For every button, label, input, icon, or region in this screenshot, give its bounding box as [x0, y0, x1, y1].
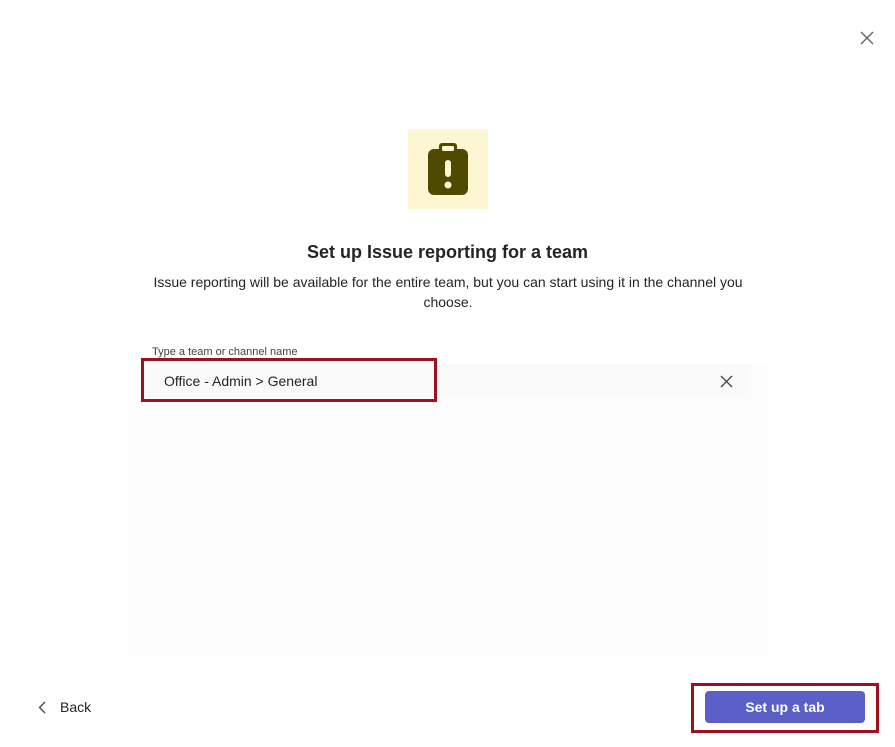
clipboard-alert-icon	[428, 143, 468, 195]
dialog-title: Set up Issue reporting for a team	[306, 242, 589, 262]
team-channel-input[interactable]	[164, 364, 704, 398]
clear-button[interactable]	[718, 373, 734, 389]
back-label: Back	[60, 699, 92, 715]
dialog-description: Issue reporting will be available for th…	[153, 274, 743, 310]
back-button[interactable]: Back	[38, 696, 91, 718]
chevron-left-icon	[38, 701, 46, 713]
app-icon-tile	[408, 129, 488, 209]
results-panel	[128, 364, 768, 656]
close-button[interactable]	[855, 26, 879, 50]
close-icon	[860, 31, 874, 45]
clear-icon	[720, 375, 732, 387]
team-picker	[146, 364, 750, 398]
team-field-label: Type a team or channel name	[152, 346, 298, 358]
setup-dialog: Set up Issue reporting for a team Issue …	[0, 0, 895, 747]
set-up-tab-button[interactable]: Set up a tab	[705, 691, 865, 723]
